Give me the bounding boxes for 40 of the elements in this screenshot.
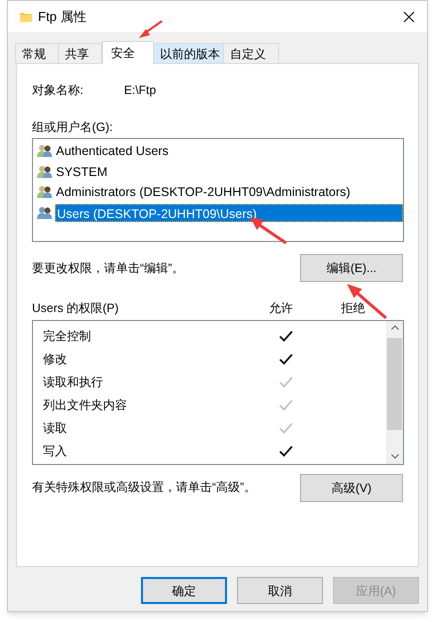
edit-hint: 要更改权限，请单击“编辑”。 xyxy=(32,260,184,277)
window-title: Ftp 属性 xyxy=(38,8,86,26)
folder-icon xyxy=(20,10,32,22)
column-header: 拒绝 xyxy=(341,300,365,317)
advanced-button[interactable]: 高级(V) xyxy=(300,474,403,502)
group-item[interactable]: Users (DESKTOP-2UHHT09\Users) xyxy=(55,204,403,222)
tab[interactable]: 共享 xyxy=(58,43,102,64)
groups-label: 组或用户名(G): xyxy=(32,119,114,134)
permission-name: 修改 xyxy=(42,350,68,368)
groups-list[interactable]: Authenticated Users SYSTEM Administrators (DESKTOP-2UHHT09\Administrators) Users (DESKTOP-2UHHT09\Users) xyxy=(32,138,404,242)
advanced-hint: 有关特殊权限或高级设置，请单击“高级”。 xyxy=(32,479,256,496)
tab[interactable]: 常规 xyxy=(15,43,59,64)
permission-name: 列出文件夹内容 xyxy=(42,396,128,414)
users-icon xyxy=(37,185,53,200)
tab[interactable]: 以前的版本 xyxy=(153,43,224,64)
users-icon xyxy=(37,144,53,158)
dialog-button[interactable]: 确定 xyxy=(141,577,227,604)
scroll-up-icon[interactable] xyxy=(390,325,398,330)
permission-name: 写入 xyxy=(42,442,68,460)
users-icon xyxy=(37,206,53,220)
annotation-arrow xyxy=(139,20,163,38)
scrollbar[interactable] xyxy=(386,321,403,464)
permission-name: 完全控制 xyxy=(42,328,92,344)
scrollbar-thumb[interactable] xyxy=(387,338,402,430)
dialog-button[interactable]: 取消 xyxy=(237,577,323,604)
object-name-label: 对象名称: xyxy=(32,82,84,99)
group-item[interactable]: Administrators (DESKTOP-2UHHT09\Administrators) xyxy=(55,183,352,202)
group-item[interactable]: Authenticated Users xyxy=(55,142,170,160)
group-item[interactable]: SYSTEM xyxy=(55,162,108,181)
object-name-value: E:\Ftp xyxy=(124,82,156,99)
permission-name: 读取 xyxy=(42,420,68,436)
tab[interactable]: 自定义 xyxy=(223,43,279,64)
permissions-label: Users 的权限(P) xyxy=(32,300,120,317)
column-header: 允许 xyxy=(269,300,294,317)
users-icon xyxy=(37,164,53,179)
edit-button[interactable]: 编辑(E)... xyxy=(300,254,403,282)
tab[interactable]: 安全 xyxy=(102,41,154,65)
scroll-down-icon[interactable] xyxy=(390,454,398,459)
close-icon[interactable] xyxy=(403,10,415,22)
permission-name: 读取和执行 xyxy=(42,374,104,390)
